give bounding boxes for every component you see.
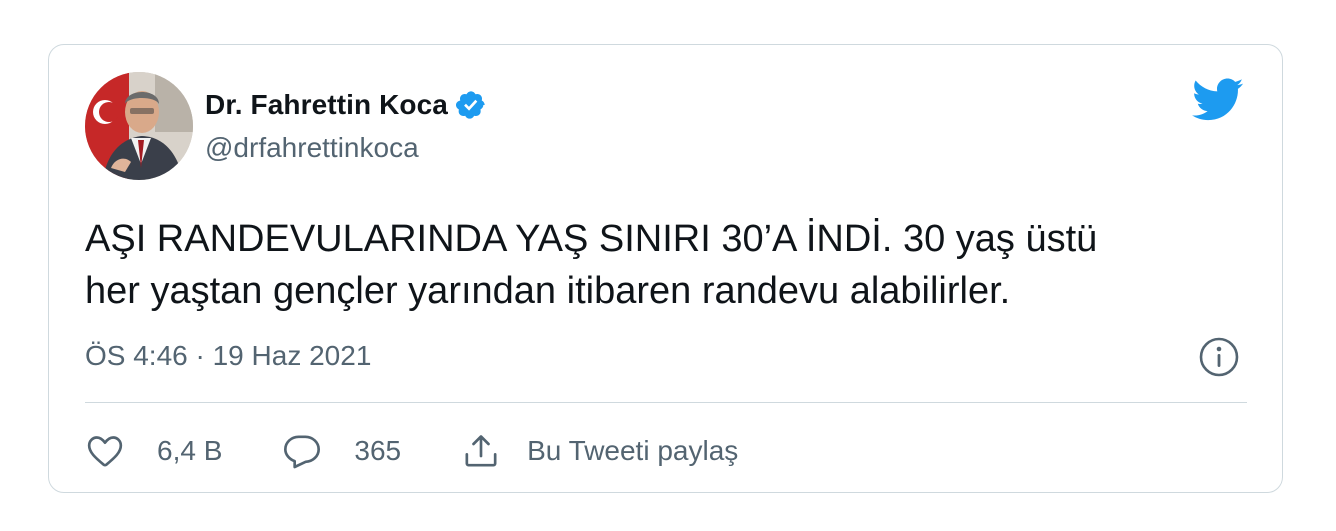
tweet-text-line: AŞI RANDEVULARINDA YAŞ SINIRI 30’A İNDİ.… xyxy=(85,218,1098,260)
heart-icon xyxy=(85,431,125,471)
share-button[interactable]: Bu Tweeti paylaş xyxy=(461,431,738,471)
avatar[interactable] xyxy=(85,72,193,180)
author-name-row: Dr. Fahrettin Koca xyxy=(205,87,487,123)
tweet-text-line: her yaştan gençler yarından itibaren ran… xyxy=(85,270,1011,312)
twitter-bird-icon[interactable] xyxy=(1192,77,1244,123)
share-icon xyxy=(461,431,501,471)
comment-icon xyxy=(282,431,322,471)
share-label: Bu Tweeti paylaş xyxy=(527,435,739,466)
like-button[interactable]: 6,4 B xyxy=(85,431,222,471)
reply-count: 365 xyxy=(354,435,402,466)
tweet-card: Dr. Fahrettin Koca @drfahrettinkoca AŞI … xyxy=(48,44,1283,493)
like-count: 6,4 B xyxy=(157,435,223,466)
author-handle[interactable]: @drfahrettinkoca xyxy=(205,132,419,164)
tweet-text: AŞI RANDEVULARINDA YAŞ SINIRI 30’A İNDİ.… xyxy=(85,213,1245,317)
divider xyxy=(85,402,1247,403)
tweet-timestamp[interactable]: ÖS 4:46 · 19 Haz 2021 xyxy=(85,340,371,372)
tweet-actions: 6,4 B 365 Bu Tweeti paylaş xyxy=(85,427,798,475)
verified-badge-icon xyxy=(455,89,487,121)
reply-button[interactable]: 365 xyxy=(282,431,401,471)
author-display-name[interactable]: Dr. Fahrettin Koca xyxy=(205,89,448,121)
info-icon[interactable] xyxy=(1198,336,1240,378)
